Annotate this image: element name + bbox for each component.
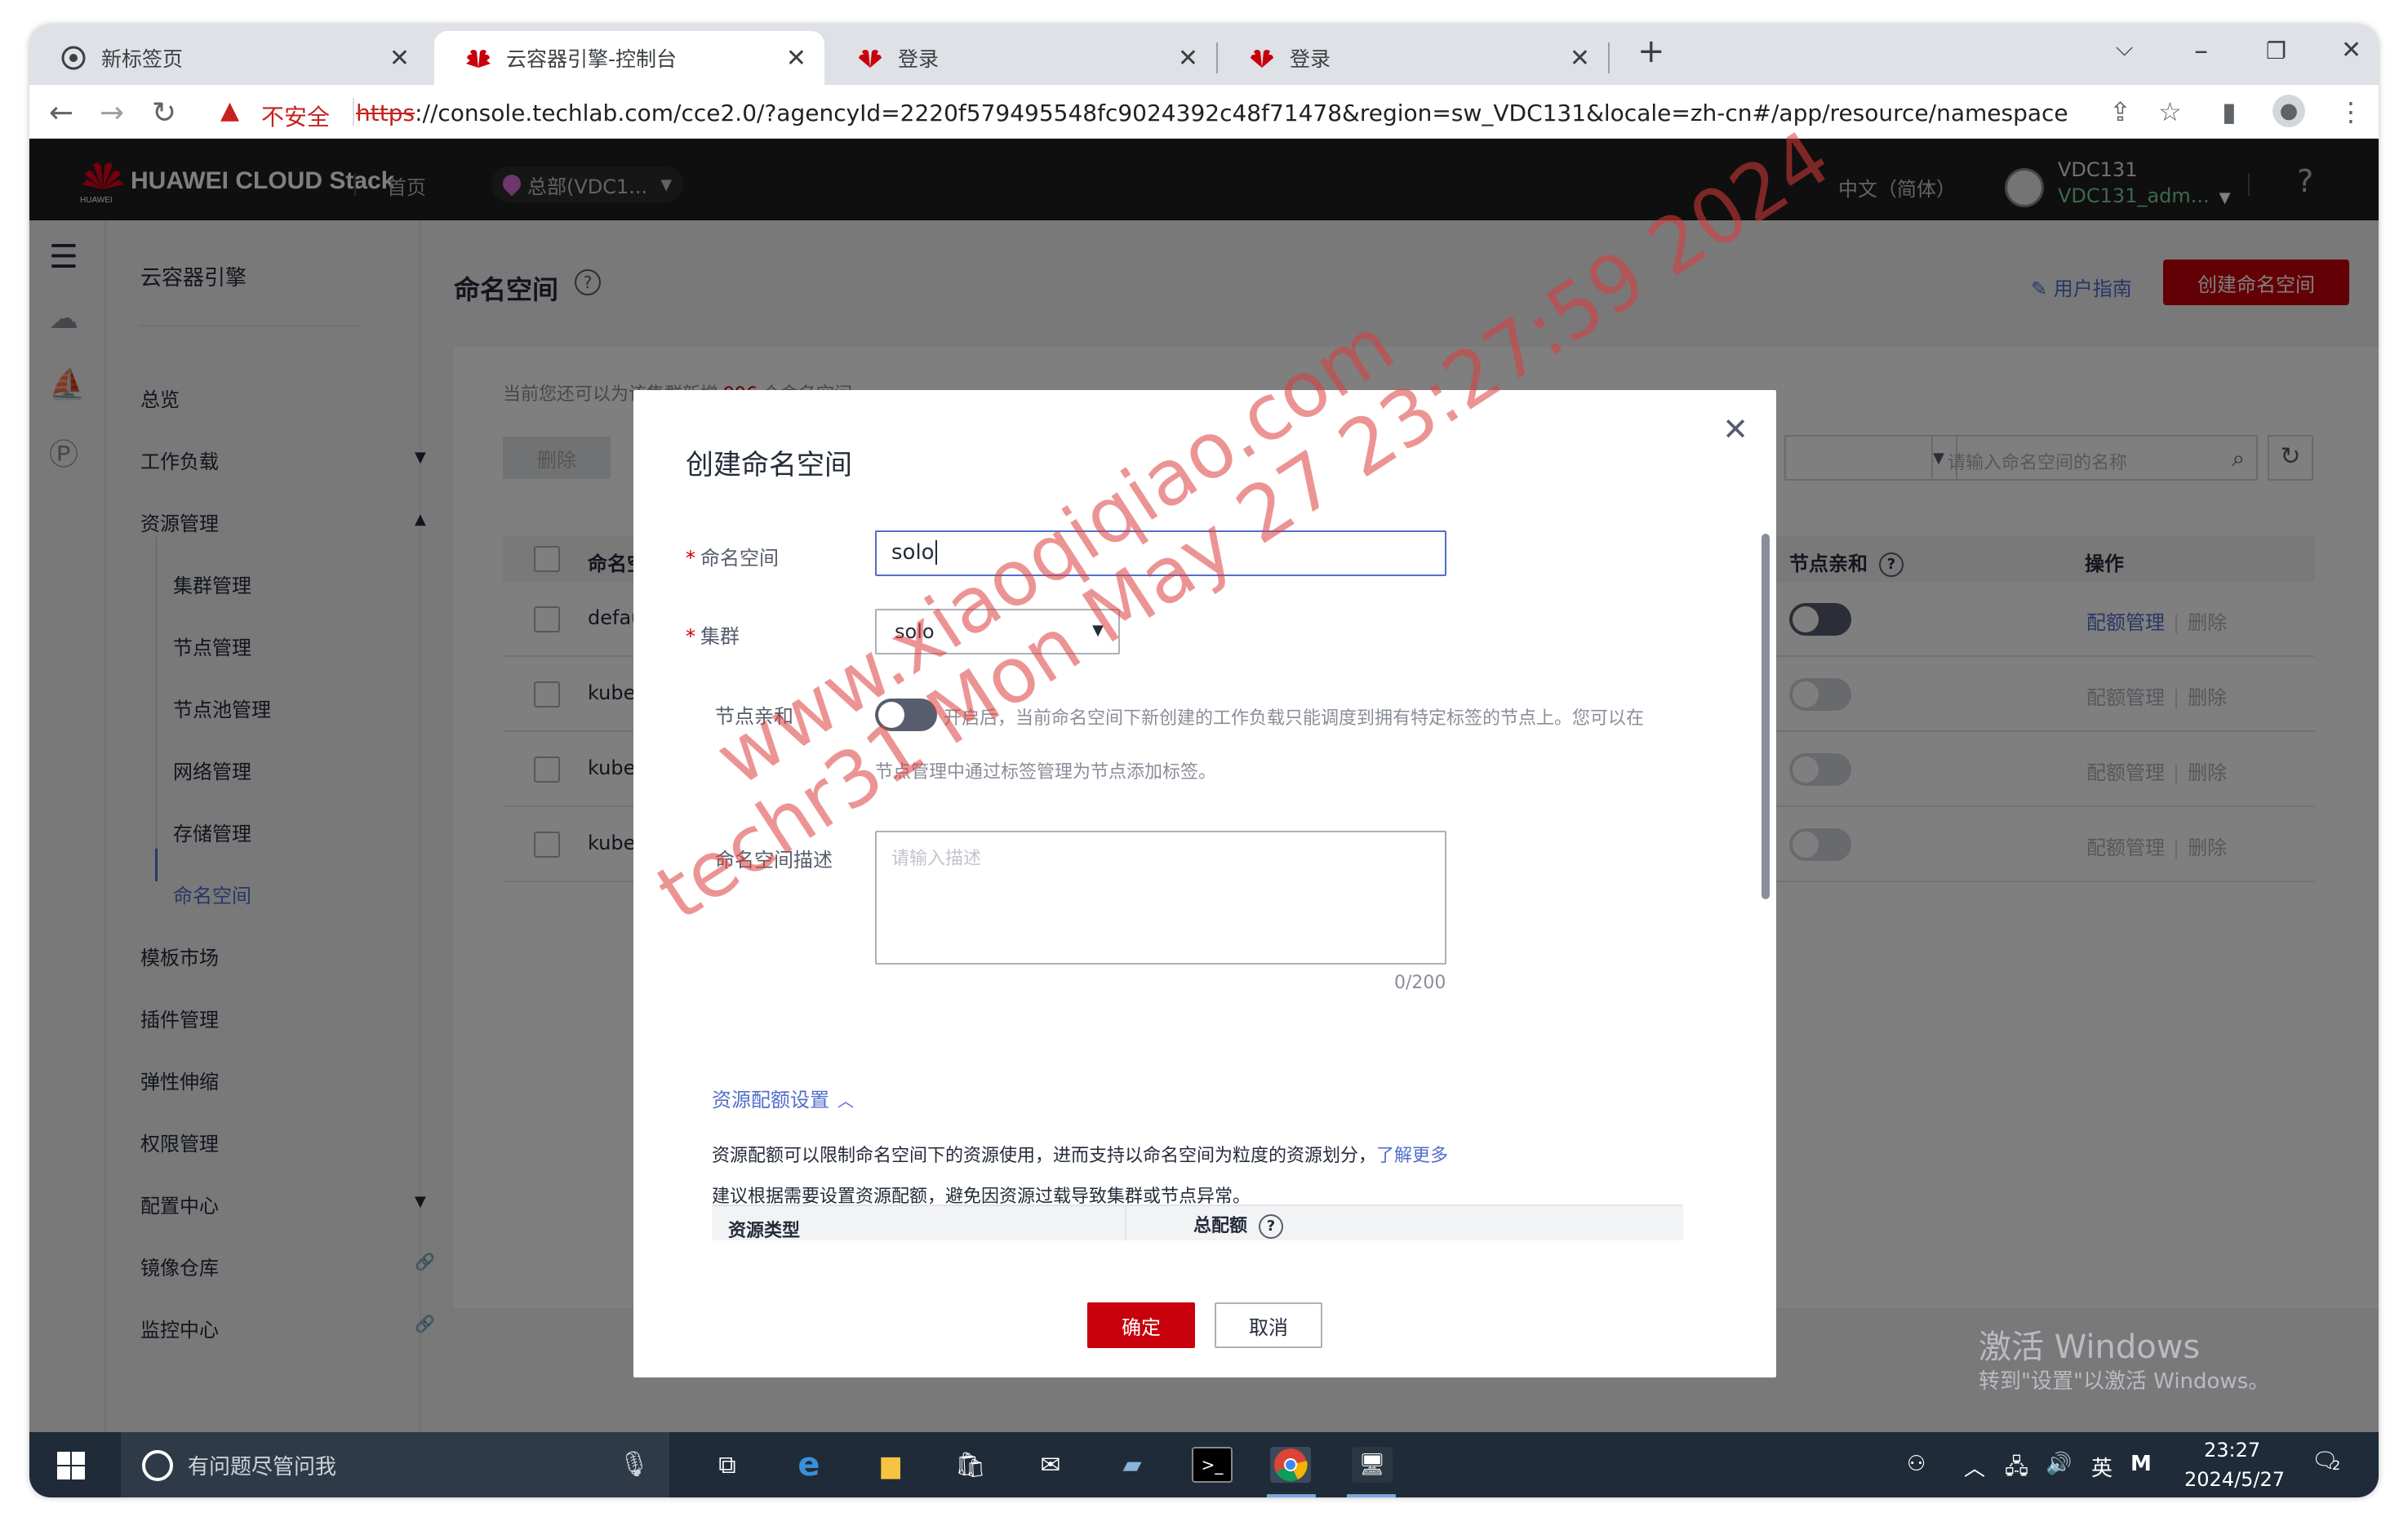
close-window-button[interactable]: ✕ bbox=[2341, 36, 2361, 64]
confirm-button[interactable]: 确定 bbox=[1087, 1302, 1195, 1348]
tab-label: 新标签页 bbox=[101, 47, 184, 71]
cluster-label: * 集群 bbox=[686, 625, 740, 648]
windows-taskbar: 有问题尽管问我 🎙 ⧉ e ▆ 🛍 ✉ ▰ >_ 🖥 ⚇ ︿ 🖧 🔊 英 M 2… bbox=[29, 1432, 2379, 1497]
tab-new-tab[interactable]: 新标签页 ✕ bbox=[29, 31, 428, 85]
quota-table-header: 资源类型 总配额? bbox=[712, 1204, 1683, 1240]
dialog-title: 创建命名空间 bbox=[686, 449, 852, 481]
active-app-indicator bbox=[1347, 1494, 1396, 1497]
tab-bar: 新标签页 ✕ 云容器引擎-控制台 ✕ 登录 ✕ 登录 ✕ + ⌵ – ❐ ✕ bbox=[29, 24, 2379, 85]
clock-time[interactable]: 23:27 bbox=[2204, 1439, 2260, 1462]
description-placeholder: 请输入描述 bbox=[891, 849, 982, 869]
notification-count: 2 bbox=[2332, 1457, 2341, 1473]
side-panel-icon[interactable]: ▮ bbox=[2222, 96, 2237, 127]
new-tab-button[interactable]: + bbox=[1637, 33, 1665, 70]
tab-label: 登录 bbox=[898, 47, 940, 71]
windows-activation-title: 激活 Windows bbox=[1979, 1329, 2201, 1366]
quota-settings-label: 资源配额设置 bbox=[712, 1089, 829, 1111]
active-app-indicator bbox=[1267, 1494, 1316, 1497]
volume-icon[interactable]: 🔊 bbox=[2046, 1452, 2072, 1476]
tab-close-icon[interactable]: ✕ bbox=[786, 44, 806, 73]
quota-desc-text: 资源配额可以限制命名空间下的资源使用，进而支持以命名空间为粒度的资源划分， bbox=[712, 1146, 1377, 1166]
cancel-button[interactable]: 取消 bbox=[1215, 1302, 1322, 1348]
windows-start-icon[interactable] bbox=[57, 1452, 85, 1479]
warning-icon[interactable]: ▲ bbox=[220, 96, 239, 125]
tab-label: 云容器引擎-控制台 bbox=[506, 47, 678, 71]
cluster-label-text: 集群 bbox=[700, 625, 740, 648]
tray-chevron-icon[interactable]: ︿ bbox=[1964, 1452, 1985, 1482]
tab-login-2[interactable]: 登录 ✕ bbox=[1218, 31, 1608, 85]
tab-separator bbox=[1608, 42, 1610, 73]
url-scheme: https bbox=[356, 100, 415, 126]
notification-center[interactable]: 🗨2 bbox=[2312, 1448, 2340, 1473]
chrome-icon bbox=[60, 45, 87, 71]
network-icon[interactable]: 🖧 bbox=[2005, 1452, 2028, 1488]
tab-search-chevron-icon[interactable]: ⌵ bbox=[2116, 34, 2133, 62]
quota-column-type: 资源类型 bbox=[728, 1221, 801, 1240]
tab-cce-console[interactable]: 云容器引擎-控制台 ✕ bbox=[434, 31, 824, 85]
close-icon[interactable]: ✕ bbox=[1722, 411, 1748, 447]
name-label: * 命名空间 bbox=[686, 547, 779, 570]
huawei-logo-icon bbox=[857, 45, 883, 71]
namespace-name-value: solo bbox=[891, 540, 935, 565]
cortana-icon bbox=[142, 1450, 173, 1481]
people-icon[interactable]: ⚇ bbox=[1907, 1452, 1926, 1476]
tab-close-icon[interactable]: ✕ bbox=[1570, 44, 1590, 73]
taskbar-search-box[interactable]: 有问题尽管问我 🎙 bbox=[121, 1432, 669, 1497]
name-label-text: 命名空间 bbox=[700, 547, 779, 570]
profile-icon[interactable]: ● bbox=[2272, 95, 2305, 127]
not-secure-label[interactable]: 不安全 bbox=[261, 100, 330, 132]
minimize-button[interactable]: – bbox=[2194, 34, 2208, 67]
share-icon[interactable]: ⇪ bbox=[2109, 96, 2131, 127]
huawei-logo-icon bbox=[465, 45, 491, 71]
mail-icon[interactable]: ✉ bbox=[1030, 1447, 1071, 1483]
help-question-icon[interactable]: ? bbox=[1259, 1214, 1284, 1239]
bookmark-star-icon[interactable]: ☆ bbox=[2158, 96, 2182, 127]
taskbar-search-placeholder: 有问题尽管问我 bbox=[188, 1454, 337, 1479]
address-bar-row: ← → ↻ ▲ 不安全 https://console.techlab.com/… bbox=[29, 85, 2379, 139]
url-rest: ://console.techlab.com/cce2.0/?agencyId=… bbox=[415, 100, 2068, 126]
chrome-taskbar-icon[interactable] bbox=[1270, 1447, 1311, 1483]
store-icon[interactable]: 🛍 bbox=[950, 1447, 991, 1483]
quota-description: 资源配额可以限制命名空间下的资源使用，进而支持以命名空间为粒度的资源划分，了解更… bbox=[712, 1141, 1448, 1167]
microphone-icon[interactable]: 🎙 bbox=[619, 1450, 650, 1479]
learn-more-link[interactable]: 了解更多 bbox=[1376, 1146, 1448, 1166]
description-textarea[interactable]: 请输入描述 bbox=[875, 831, 1446, 965]
quota-column-total-label: 总配额 bbox=[1193, 1216, 1248, 1236]
terminal-icon[interactable]: >_ bbox=[1192, 1447, 1233, 1483]
back-button[interactable]: ← bbox=[49, 96, 73, 130]
remote-desktop-icon[interactable]: 🖥 bbox=[1352, 1447, 1393, 1483]
chevron-up-icon: ︿ bbox=[837, 1091, 854, 1111]
forward-button[interactable]: → bbox=[100, 96, 124, 130]
quota-settings-toggle[interactable]: 资源配额设置 ︿ bbox=[712, 1084, 854, 1112]
menu-kebab-icon[interactable]: ⋮ bbox=[2338, 96, 2364, 127]
restore-button[interactable]: ❐ bbox=[2266, 38, 2286, 64]
ime-indicator[interactable]: 英 bbox=[2091, 1452, 2113, 1482]
tab-login-1[interactable]: 登录 ✕ bbox=[826, 31, 1216, 85]
url-separator bbox=[353, 98, 354, 126]
task-view-icon[interactable]: ⧉ bbox=[707, 1447, 748, 1483]
url-field[interactable]: https://console.techlab.com/cce2.0/?agen… bbox=[356, 100, 2068, 126]
tab-label: 登录 bbox=[1290, 47, 1331, 71]
column-separator bbox=[1125, 1206, 1126, 1240]
browser-window: 新标签页 ✕ 云容器引擎-控制台 ✕ 登录 ✕ 登录 ✕ + ⌵ – ❐ ✕ ←… bbox=[29, 24, 2379, 1497]
affinity-tip-line1: 开启后，当前命名空间下新创建的工作负载只能调度到拥有特定标签的节点上。您可以在 bbox=[944, 708, 1645, 729]
edge-browser-icon[interactable]: e bbox=[789, 1446, 829, 1484]
tab-close-icon[interactable]: ✕ bbox=[389, 44, 410, 73]
reload-button[interactable]: ↻ bbox=[152, 96, 176, 130]
text-cursor bbox=[935, 540, 937, 565]
ime-mode-icon[interactable]: M bbox=[2130, 1452, 2152, 1476]
clock-date[interactable]: 2024/5/27 bbox=[2184, 1468, 2285, 1491]
dialog-scrollbar[interactable] bbox=[1762, 534, 1770, 899]
huawei-logo-icon bbox=[1249, 45, 1275, 71]
tab-close-icon[interactable]: ✕ bbox=[1178, 44, 1198, 73]
description-char-count: 0/200 bbox=[1394, 973, 1446, 993]
file-explorer-icon[interactable]: ▆ bbox=[870, 1447, 911, 1483]
windows-activation-subtitle: 转到"设置"以激活 Windows。 bbox=[1979, 1369, 2270, 1394]
quota-column-total: 总配额? bbox=[1193, 1211, 1284, 1239]
notes-app-icon[interactable]: ▰ bbox=[1112, 1447, 1153, 1483]
